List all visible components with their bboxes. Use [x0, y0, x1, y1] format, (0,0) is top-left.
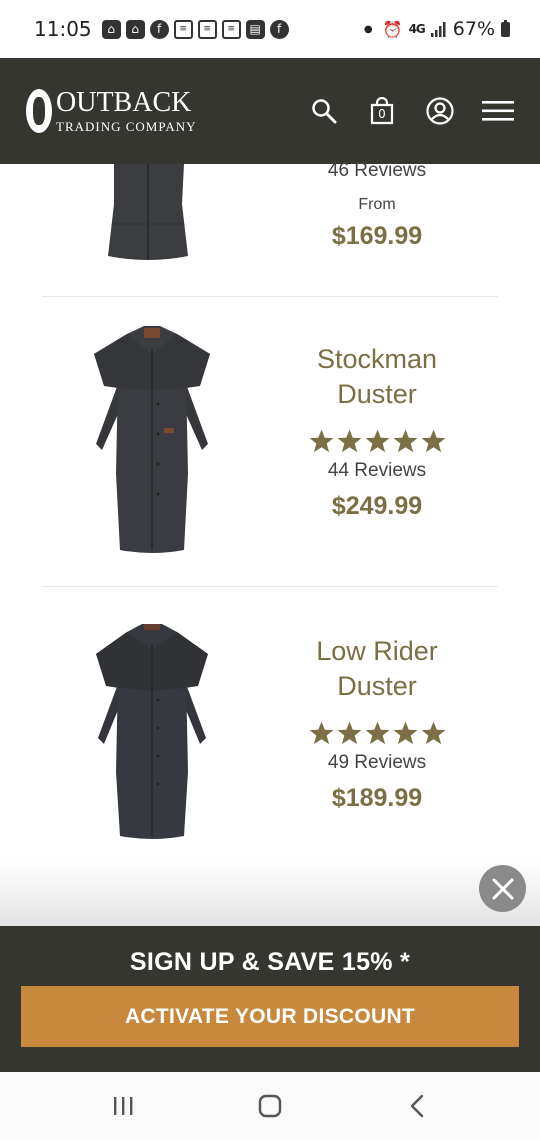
product-price: $189.99 — [331, 784, 423, 812]
product-price: $249.99 — [331, 492, 423, 520]
star-icon — [365, 721, 389, 745]
system-nav-bar — [0, 1072, 540, 1140]
divider — [42, 586, 498, 587]
logo-sub-text: TRADING COMPANY — [56, 119, 197, 134]
product-card[interactable]: 46 Reviews From $169.99 — [42, 160, 498, 296]
facebook-icon: f — [149, 19, 169, 39]
product-title-line: Duster — [337, 671, 417, 701]
logo-main-text: OUTBACK — [56, 87, 192, 118]
logo-emblem-icon — [26, 89, 52, 133]
status-time: 11:05 — [34, 17, 92, 41]
alarm-icon: ⏰ — [382, 19, 403, 39]
logo-text: OUTBACK TRADING COMPANY — [56, 87, 197, 134]
product-title-line: Low Rider — [316, 636, 438, 666]
star-icon — [421, 429, 445, 453]
star-icon — [337, 429, 361, 453]
menu-button[interactable] — [482, 95, 514, 127]
product-reviews[interactable]: 49 Reviews — [260, 752, 494, 774]
product-info: 46 Reviews From $169.99 — [260, 154, 494, 251]
menu-icon — [482, 101, 514, 121]
star-icon — [337, 721, 361, 745]
star-icon — [393, 429, 417, 453]
product-reviews[interactable]: 46 Reviews — [260, 160, 494, 182]
site-logo[interactable]: OUTBACK TRADING COMPANY — [26, 89, 197, 133]
home-icon — [258, 1094, 282, 1118]
product-title[interactable]: Stockman Duster — [260, 342, 494, 412]
home-button[interactable] — [250, 1086, 290, 1126]
star-rating — [260, 428, 494, 454]
news-icon: ≡ — [221, 19, 241, 39]
divider — [42, 296, 498, 297]
product-price: $169.99 — [331, 222, 423, 250]
close-icon — [492, 878, 513, 899]
status-bar: 11:05 ⌂ ⌂ f ≡ ≡ ≡ ▤ f ● ⏰ 4G 67% — [0, 0, 540, 58]
account-button[interactable] — [424, 95, 456, 127]
product-reviews[interactable]: 44 Reviews — [260, 460, 494, 482]
product-title[interactable]: Low Rider Duster — [260, 634, 494, 704]
newspaper-app-icon: ▤ — [245, 19, 265, 39]
nextdoor-icon: ⌂ — [101, 19, 121, 39]
star-icon — [365, 429, 389, 453]
close-popup-button[interactable] — [479, 865, 526, 912]
cart-count: 0 — [378, 107, 386, 121]
search-icon — [312, 99, 337, 124]
search-button[interactable] — [308, 95, 340, 127]
product-card[interactable]: Low Rider Duster 49 Reviews $189.99 — [42, 616, 498, 856]
recent-apps-icon — [114, 1097, 133, 1115]
back-button[interactable] — [397, 1086, 437, 1126]
recent-apps-button[interactable] — [103, 1086, 143, 1126]
product-image[interactable] — [82, 324, 222, 554]
cart-button[interactable]: 0 — [366, 95, 398, 127]
status-right: ● ⏰ 4G 67% — [364, 18, 510, 40]
star-icon — [309, 429, 333, 453]
product-title-line: Stockman — [316, 344, 438, 374]
product-image[interactable] — [82, 622, 222, 842]
nextdoor-icon: ⌂ — [125, 19, 145, 39]
star-icon — [309, 721, 333, 745]
network-type: 4G — [408, 22, 426, 36]
battery-percent: 67% — [452, 18, 495, 40]
product-title-line: Duster — [337, 379, 417, 409]
product-info: Low Rider Duster 49 Reviews $189.99 — [260, 634, 494, 813]
signal-icon — [430, 21, 446, 37]
news-icon: ≡ — [173, 19, 193, 39]
back-icon — [410, 1094, 423, 1118]
star-icon — [393, 721, 417, 745]
star-icon — [421, 721, 445, 745]
news-icon: ≡ — [197, 19, 217, 39]
battery-icon — [501, 19, 510, 37]
notification-icons: ⌂ ⌂ f ≡ ≡ ≡ ▤ f — [101, 19, 289, 39]
activate-discount-button[interactable]: ACTIVATE YOUR DISCOUNT — [21, 986, 519, 1047]
facebook-icon: f — [269, 19, 289, 39]
popup-fade — [0, 860, 540, 926]
dot-indicator: ● — [363, 23, 373, 35]
price-prefix: From — [358, 196, 396, 213]
account-icon — [426, 97, 454, 125]
header-actions: 0 — [308, 95, 514, 127]
site-header: OUTBACK TRADING COMPANY 0 — [0, 58, 540, 164]
product-image[interactable] — [76, 164, 206, 264]
signup-banner: SIGN UP & SAVE 15% * ACTIVATE YOUR DISCO… — [0, 926, 540, 1072]
product-info: Stockman Duster 44 Reviews $249.99 — [260, 342, 494, 521]
signup-title: SIGN UP & SAVE 15% * — [129, 948, 411, 976]
product-card[interactable]: Stockman Duster 44 Reviews $249.99 — [42, 324, 498, 586]
star-rating — [260, 720, 494, 746]
